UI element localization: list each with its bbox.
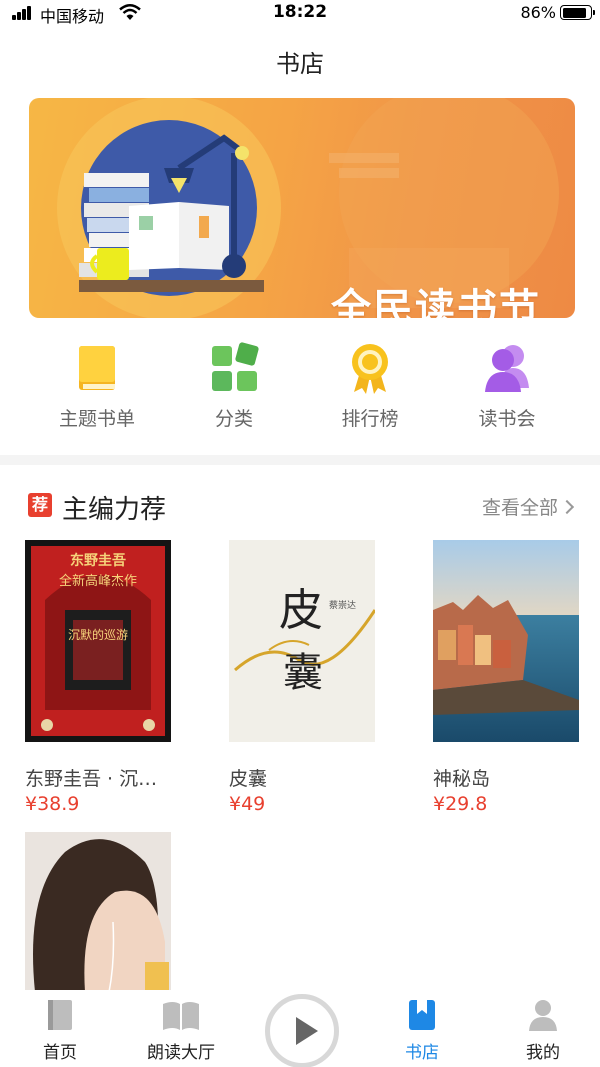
book-title: 神秘岛 <box>433 768 491 790</box>
battery-icon <box>560 5 595 20</box>
quick-entry-label: 主题书单 <box>58 408 135 430</box>
tab-label: 书店 <box>405 1043 439 1063</box>
cover-text: 蔡崇达 <box>329 601 357 611</box>
tab-label: 我的 <box>526 1043 560 1063</box>
book-tab-icon <box>45 998 75 1032</box>
quick-entry-topic-booklist[interactable]: 主题书单 <box>27 340 167 440</box>
battery-percent: 86% <box>520 3 556 22</box>
tab-label: 朗读大厅 <box>147 1043 215 1063</box>
cover-text: 沉默的巡游 <box>67 628 128 642</box>
tab-reading-hall[interactable]: 朗读大厅 <box>121 990 241 1063</box>
book-cover: 皮 囊 蔡崇达 <box>229 540 375 742</box>
tab-label: 首页 <box>43 1043 77 1063</box>
quick-entry-label: 分类 <box>214 408 253 430</box>
book-card[interactable]: 东野圭吾 全新高峰杰作 沉默的巡游 东野圭吾 · 沉… ¥38.9 <box>25 540 171 815</box>
section-divider <box>0 455 600 465</box>
banner-title: 全民读书节 <box>331 286 541 318</box>
book-icon <box>69 340 125 396</box>
user-icon <box>528 998 558 1032</box>
section-title: 主编力荐 <box>62 495 167 525</box>
chevron-right-icon <box>559 499 575 515</box>
play-button[interactable] <box>265 994 339 1067</box>
play-icon <box>296 1017 318 1045</box>
view-all-label: 查看全部 <box>481 497 558 519</box>
promo-banner[interactable]: 全民读书节 <box>29 98 575 318</box>
quick-entry-label: 排行榜 <box>341 408 399 430</box>
users-icon <box>479 340 535 396</box>
book-title: 皮囊 <box>229 768 268 790</box>
book-title: 东野圭吾 · 沉… <box>25 768 158 790</box>
grid-icon <box>206 340 262 396</box>
book-card[interactable]: 皮 囊 蔡崇达 皮囊 ¥49 <box>229 540 375 815</box>
book-card[interactable] <box>25 832 171 1014</box>
book-cover <box>25 832 171 992</box>
cover-text: 全新高峰杰作 <box>58 574 137 589</box>
page-title: 书店 <box>276 50 324 78</box>
book-price: ¥38.9 <box>25 793 80 815</box>
cover-text: 东野圭吾 <box>70 553 126 569</box>
book-cover <box>433 540 579 742</box>
medal-icon <box>342 340 398 396</box>
book-price: ¥29.8 <box>433 793 488 815</box>
cover-text: 皮 <box>279 585 323 636</box>
quick-entry-label: 读书会 <box>478 408 536 430</box>
quick-entry-book-club[interactable]: 读书会 <box>437 340 577 440</box>
quick-entry-category[interactable]: 分类 <box>164 340 304 440</box>
quick-entry-ranking[interactable]: 排行榜 <box>300 340 440 440</box>
tab-mine[interactable]: 我的 <box>483 990 600 1063</box>
cover-text: 囊 <box>283 650 323 696</box>
recommend-badge: 荐 <box>28 493 52 517</box>
status-bar: 中国移动 18:22 86% <box>0 0 600 26</box>
view-all-link[interactable]: 查看全部 <box>481 493 575 520</box>
status-time: 18:22 <box>272 2 328 22</box>
open-book-icon <box>161 998 201 1032</box>
tab-bookstore[interactable]: 书店 <box>362 990 482 1063</box>
book-card[interactable]: 神秘岛 ¥29.8 <box>433 540 579 815</box>
book-price: ¥49 <box>229 793 266 815</box>
tab-home[interactable]: 首页 <box>0 990 120 1063</box>
bookmark-icon <box>407 998 437 1032</box>
book-cover: 东野圭吾 全新高峰杰作 沉默的巡游 <box>25 540 171 742</box>
